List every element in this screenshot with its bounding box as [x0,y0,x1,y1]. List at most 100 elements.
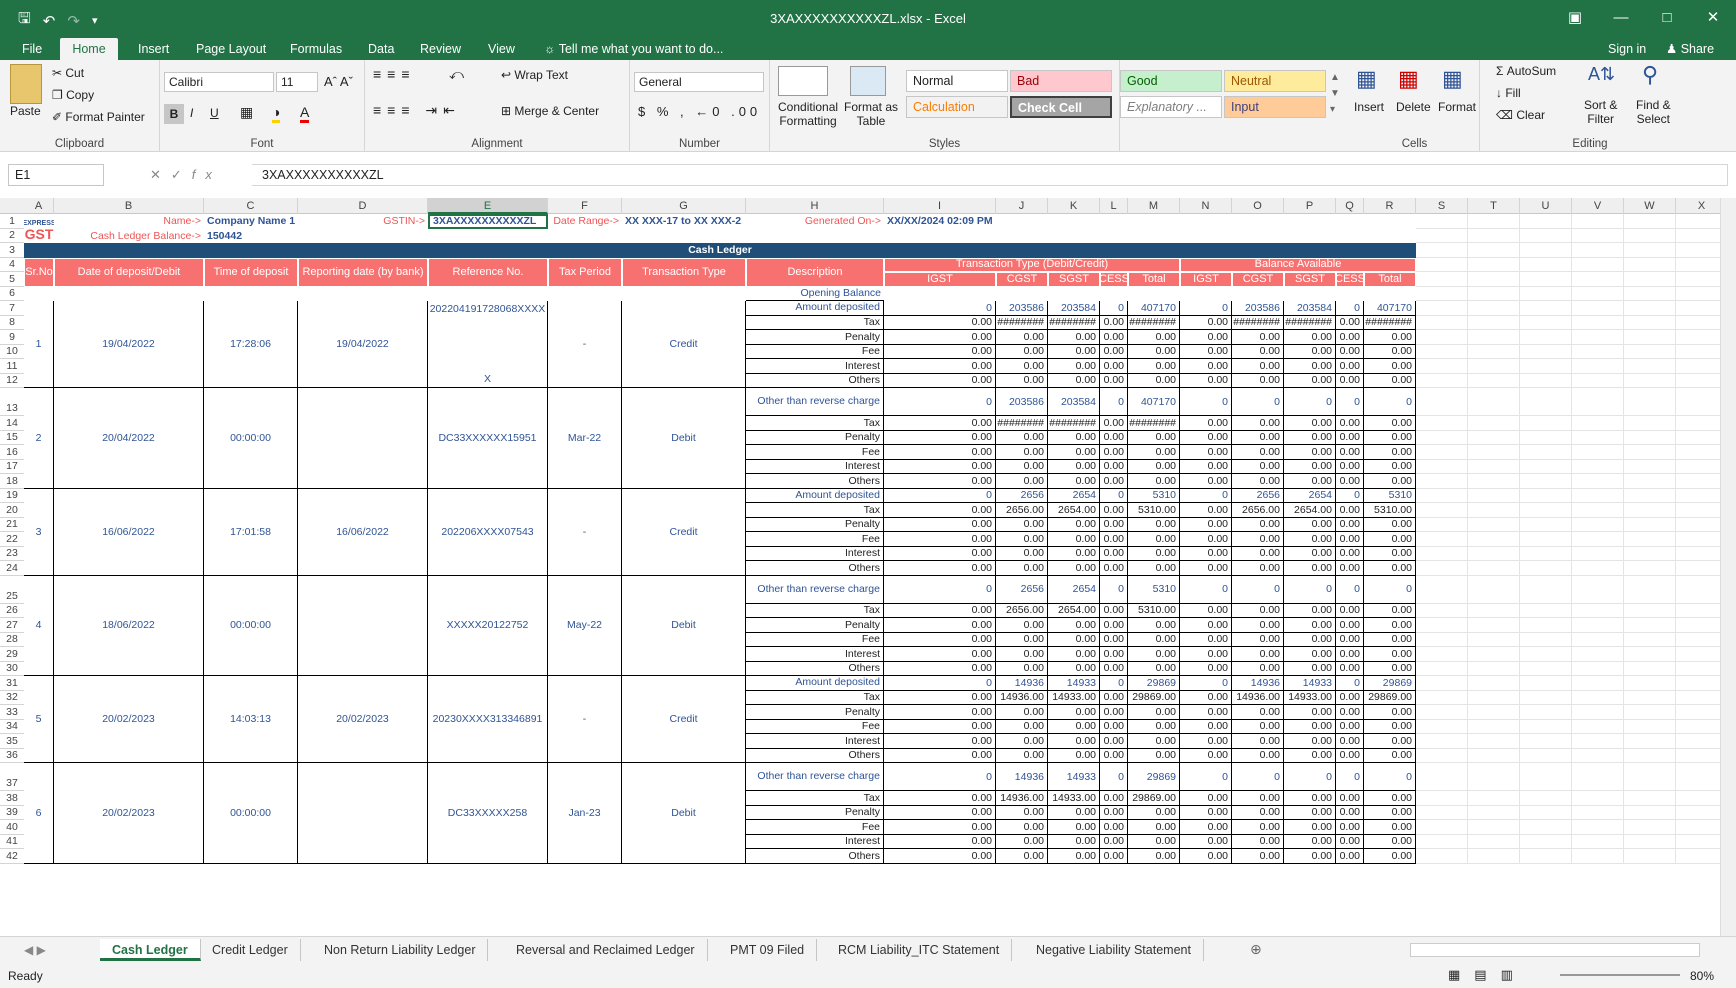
cell[interactable]: ######## [1364,315,1416,330]
empty-cell[interactable] [1572,445,1624,460]
cell[interactable]: Reference No. [428,257,548,287]
cell[interactable]: 0 [1284,575,1336,604]
format-as-table-icon[interactable] [850,66,886,96]
cell[interactable]: 0 [884,488,996,503]
cell[interactable]: 0.00 [1232,748,1284,763]
cell[interactable]: 0.00 [1364,834,1416,849]
cell[interactable]: 0 [1336,488,1364,503]
cell[interactable]: ######## [1284,315,1336,330]
tab-page-layout[interactable]: Page Layout [188,38,274,60]
cell[interactable]: 2656.00 [996,603,1048,618]
cell[interactable]: 0.00 [1048,359,1100,374]
cell[interactable]: Fee [746,820,884,835]
empty-cell[interactable] [1572,820,1624,835]
cell[interactable]: 0.00 [1232,445,1284,460]
cell[interactable]: 0.00 [1364,805,1416,820]
cell[interactable]: ######## [1128,315,1180,330]
cell[interactable]: 2656 [996,575,1048,604]
empty-cell[interactable] [1676,445,1720,460]
cell[interactable]: 0.00 [1100,430,1128,445]
cell[interactable]: 0.00 [1180,561,1232,576]
cell[interactable]: 0.00 [1180,315,1232,330]
cell[interactable]: 0.00 [884,315,996,330]
cell[interactable]: 0 [1336,388,1364,416]
cell[interactable]: 0.00 [1100,459,1128,474]
cell[interactable]: 2654 [1048,488,1100,503]
empty-cell[interactable] [1676,503,1720,518]
cell[interactable]: 0.00 [1364,661,1416,676]
row-header[interactable]: 38 [0,791,24,806]
empty-cell[interactable] [1572,546,1624,561]
cell[interactable]: 0.00 [1100,734,1128,749]
empty-cell[interactable] [1572,388,1624,416]
minimize-icon[interactable]: — [1598,0,1644,34]
cell[interactable]: Penalty [746,618,884,633]
empty-cell[interactable] [1520,459,1572,474]
cell[interactable]: 20230XXXX313346891 [428,676,548,763]
cell[interactable]: 0.00 [1180,359,1232,374]
cell[interactable]: IGST [884,272,996,287]
cell[interactable]: 0.00 [1180,546,1232,561]
cell[interactable]: 0.00 [1048,820,1100,835]
cell[interactable]: 0.00 [1100,561,1128,576]
empty-cell[interactable] [1676,229,1720,243]
row-header[interactable]: 39 [0,806,24,820]
cell[interactable]: 0.00 [1048,344,1100,359]
zoom-level[interactable]: 80% [1690,969,1714,983]
cell[interactable]: 0.00 [1364,330,1416,345]
cell[interactable]: 0.00 [1100,849,1128,864]
cell[interactable]: 0.00 [1364,445,1416,460]
cell[interactable]: 0.00 [1048,661,1100,676]
empty-cell[interactable] [1468,791,1520,806]
cell[interactable]: 0.00 [1284,834,1336,849]
cell[interactable]: 0.00 [1100,661,1128,676]
row-header[interactable]: 22 [0,532,24,547]
cell[interactable]: - [548,301,622,388]
cell[interactable]: Penalty [746,330,884,345]
row-header[interactable]: 7 [0,301,24,316]
empty-cell[interactable] [1572,286,1624,301]
empty-cell[interactable] [1468,517,1520,532]
empty-cell[interactable] [1572,503,1624,518]
cell[interactable]: 0 [884,388,996,416]
empty-cell[interactable] [1624,430,1676,445]
cell[interactable]: Penalty [746,805,884,820]
empty-cell[interactable] [1416,734,1468,749]
cell[interactable]: 0.00 [1048,719,1100,734]
cell[interactable]: 0.00 [1284,820,1336,835]
row-header[interactable]: 31 [0,676,24,691]
cell[interactable]: 0.00 [1100,791,1128,806]
empty-cell[interactable] [1520,330,1572,345]
empty-cell[interactable] [1572,272,1624,287]
empty-cell[interactable] [1520,632,1572,647]
empty-cell[interactable] [1520,791,1572,806]
cell[interactable]: 0 [1232,575,1284,604]
empty-cell[interactable] [1468,546,1520,561]
view-mode-icons[interactable]: ▦▤▥ [1448,967,1527,983]
empty-cell[interactable] [1676,532,1720,547]
cell[interactable]: 0 [1100,763,1128,791]
horizontal-align-icons[interactable]: ≡≡≡ ⇥⇤ [373,102,461,119]
empty-cell[interactable] [1416,690,1468,705]
empty-cell[interactable] [1520,286,1572,301]
empty-cell[interactable] [1676,416,1720,431]
cell[interactable]: 0.00 [1232,474,1284,489]
column-header[interactable]: K [1048,198,1100,214]
row-header[interactable]: 5 [0,272,24,287]
cell[interactable]: Other than reverse charge [746,763,884,791]
cell[interactable]: 0 [1364,763,1416,791]
cell[interactable]: Sr.No [24,257,54,287]
cell[interactable]: 00:00:00 [204,763,298,864]
empty-cell[interactable] [1624,388,1676,416]
paste-icon[interactable] [10,64,42,104]
empty-cell[interactable] [1520,618,1572,633]
cell[interactable]: 0.00 [996,546,1048,561]
cell[interactable]: 0.00 [884,603,996,618]
cell[interactable]: 0.00 [884,834,996,849]
cell[interactable]: 203584 [1284,301,1336,316]
cell[interactable]: 0.00 [1128,459,1180,474]
empty-cell[interactable] [1416,575,1468,604]
empty-cell[interactable] [1624,532,1676,547]
add-sheet-icon[interactable]: ⊕ [1250,941,1262,958]
cell[interactable]: 0 [1284,763,1336,791]
